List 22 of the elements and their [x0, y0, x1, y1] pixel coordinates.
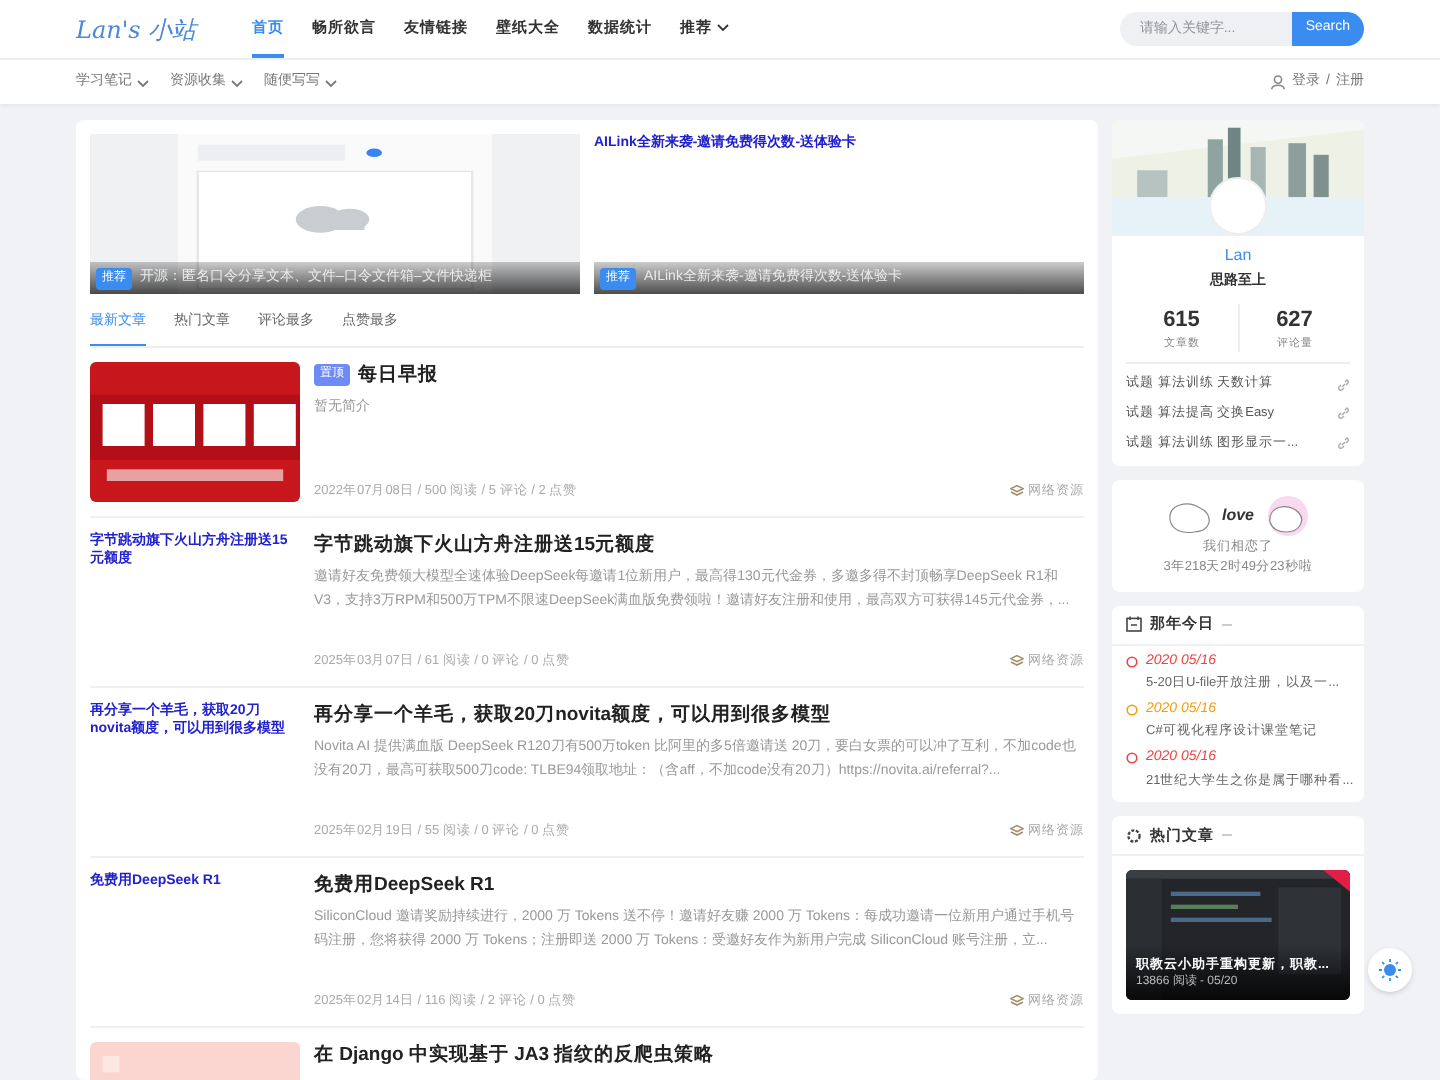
article-title[interactable]: 再分享一个羊毛，获取20刀novita额度，可以用到很多模型 — [314, 701, 832, 730]
link-icon — [1336, 377, 1350, 392]
article-title[interactable]: 每日早报 — [358, 361, 438, 390]
article-title[interactable]: 字节跳动旗下火山方舟注册送15元额度 — [314, 531, 656, 560]
love-text: love — [1221, 503, 1254, 528]
theme-toggle-button[interactable] — [1368, 948, 1412, 992]
article-title[interactable]: 免费用DeepSeek R1 — [314, 871, 495, 900]
site-logo[interactable]: Lan's 小站 — [76, 11, 197, 47]
stat-value: 627 — [1276, 305, 1313, 335]
user-icon — [1270, 74, 1287, 90]
profile-name[interactable]: Lan — [1224, 244, 1252, 268]
stack-icon — [1010, 994, 1024, 1009]
link-icon — [1336, 406, 1350, 421]
stat-value: 615 — [1163, 305, 1200, 335]
link-icon — [1336, 436, 1350, 451]
stack-icon — [1010, 654, 1024, 669]
stack-icon — [1010, 484, 1024, 499]
avatar — [1208, 176, 1268, 236]
stack-icon — [1010, 824, 1024, 839]
article-title[interactable]: 在 Django 中实现基于 JA3 指纹的反爬虫策略 — [314, 1041, 715, 1070]
sun-icon — [1378, 958, 1402, 982]
calendar-icon — [1126, 616, 1142, 632]
